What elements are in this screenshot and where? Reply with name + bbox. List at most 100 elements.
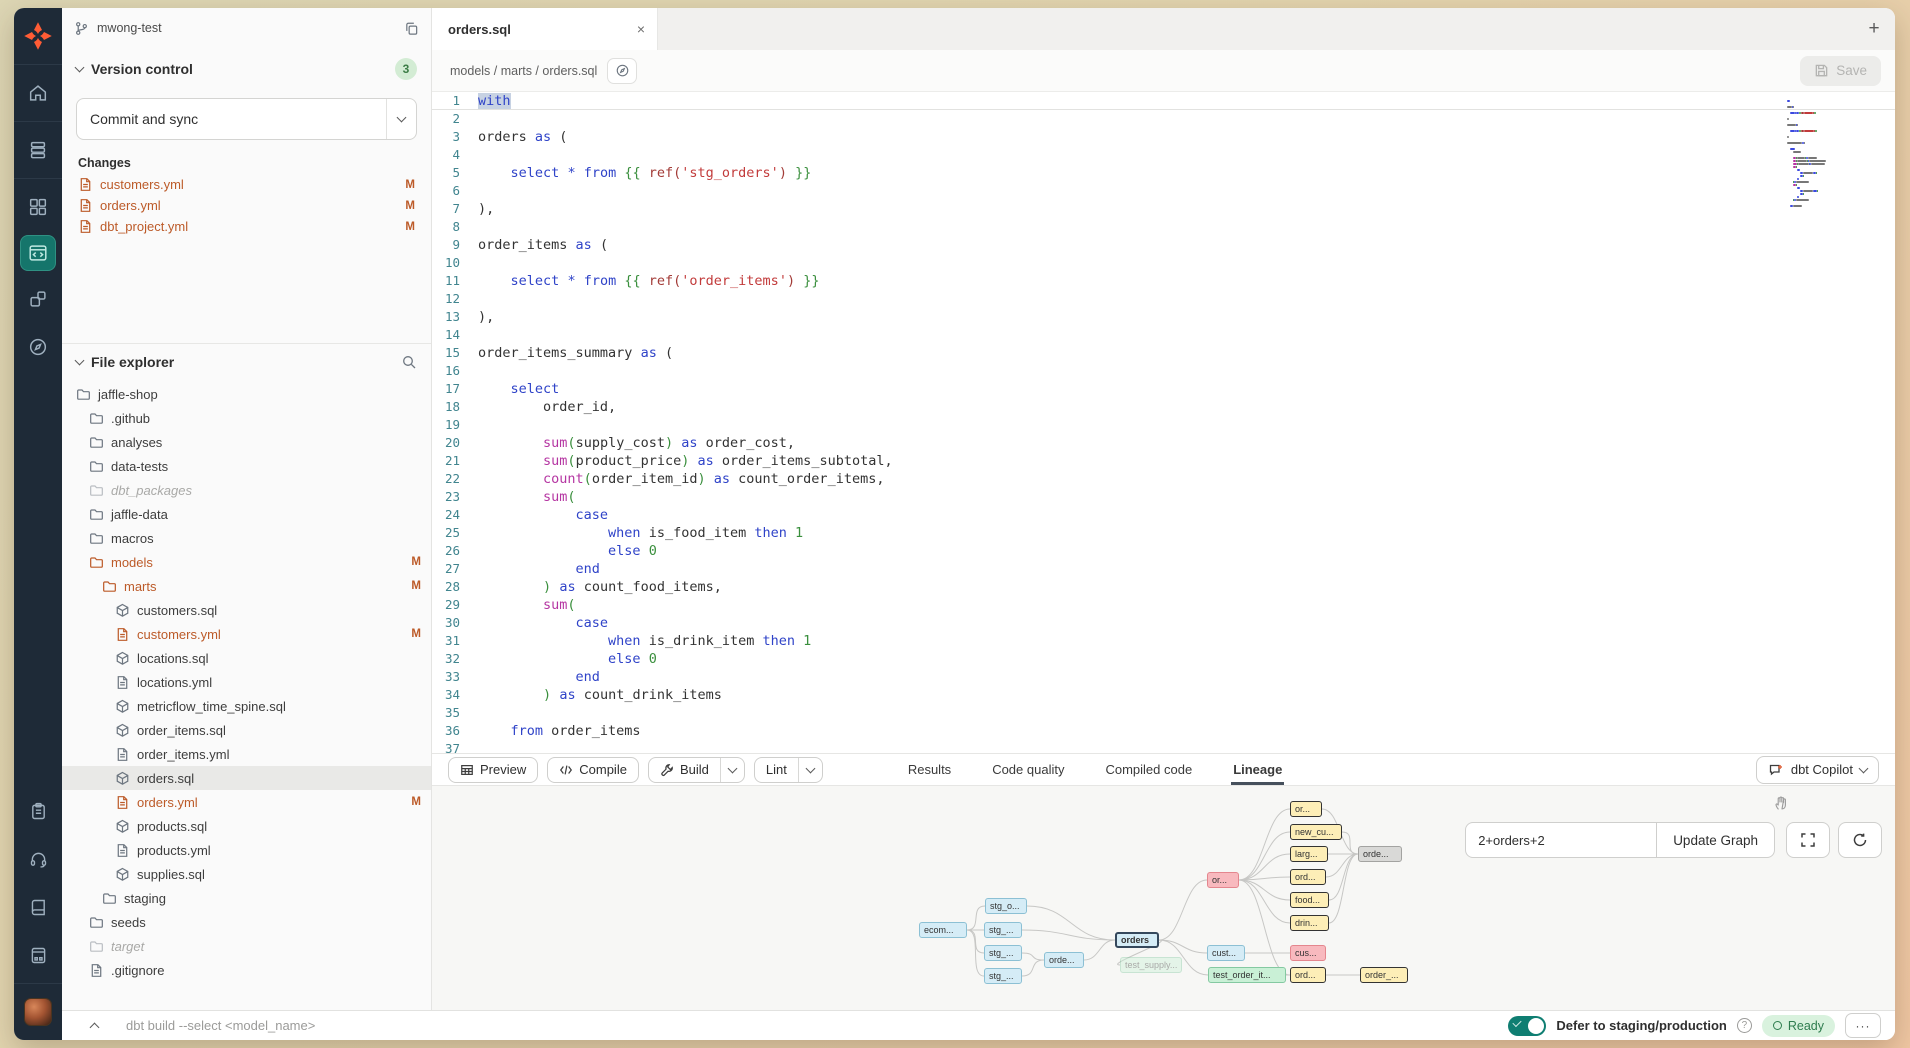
code-line[interactable]: 37 — [432, 740, 1895, 753]
lineage-node[interactable]: food... — [1290, 892, 1329, 908]
ide-nav[interactable] — [14, 231, 62, 275]
lineage-node[interactable]: drin... — [1290, 915, 1329, 931]
tree-item[interactable]: modelsM — [62, 550, 431, 574]
code-line[interactable]: 23 sum( — [432, 488, 1895, 506]
copy-icon[interactable] — [404, 21, 419, 36]
tab-code-quality[interactable]: Code quality — [990, 754, 1066, 785]
code-line[interactable]: 28 ) as count_food_items, — [432, 578, 1895, 596]
tree-item[interactable]: analyses — [62, 430, 431, 454]
version-control-header[interactable]: Version control 3 — [62, 48, 431, 88]
code-line[interactable]: 7), — [432, 200, 1895, 218]
lineage-node[interactable]: larg... — [1290, 846, 1328, 862]
lineage-filter-input[interactable]: 2+orders+2 — [1466, 823, 1656, 857]
code-line[interactable]: 20 sum(supply_cost) as order_cost, — [432, 434, 1895, 452]
update-graph-button[interactable]: Update Graph — [1656, 823, 1774, 857]
compile-button[interactable]: Compile — [547, 757, 639, 783]
code-line[interactable]: 19 — [432, 416, 1895, 434]
tree-item[interactable]: martsM — [62, 574, 431, 598]
dbt-copilot-button[interactable]: dbt Copilot — [1756, 756, 1879, 784]
lineage-node[interactable]: stg_... — [984, 945, 1022, 961]
projects-nav[interactable] — [14, 126, 62, 174]
code-line[interactable]: 18 order_id, — [432, 398, 1895, 416]
explore-nav[interactable] — [14, 323, 62, 371]
code-line[interactable]: 11 select * from {{ ref('order_items') }… — [432, 272, 1895, 290]
change-item[interactable]: dbt_project.ymlM — [62, 216, 431, 237]
build-dropdown[interactable] — [720, 758, 744, 782]
lineage-node[interactable]: test_supply... — [1120, 957, 1182, 973]
defer-toggle[interactable] — [1508, 1016, 1546, 1036]
fullscreen-button[interactable] — [1786, 822, 1830, 858]
dbt-logo[interactable] — [14, 12, 62, 60]
code-line[interactable]: 22 count(order_item_id) as count_order_i… — [432, 470, 1895, 488]
tree-item[interactable]: orders.ymlM — [62, 790, 431, 814]
code-line[interactable]: 21 sum(product_price) as order_items_sub… — [432, 452, 1895, 470]
code-line[interactable]: 8 — [432, 218, 1895, 236]
tree-item[interactable]: products.yml — [62, 838, 431, 862]
code-line[interactable]: 36 from order_items — [432, 722, 1895, 740]
code-line[interactable]: 5 select * from {{ ref('stg_orders') }} — [432, 164, 1895, 182]
tree-item[interactable]: customers.sql — [62, 598, 431, 622]
lint-button[interactable]: Lint — [754, 757, 823, 783]
lineage-node[interactable]: ord... — [1290, 869, 1326, 885]
expand-command-bar[interactable] — [62, 1020, 126, 1031]
more-options-button[interactable]: ··· — [1845, 1013, 1881, 1038]
file-explorer-header[interactable]: File explorer — [62, 344, 431, 378]
tree-item[interactable]: .gitignore — [62, 958, 431, 982]
tree-item[interactable]: seeds — [62, 910, 431, 934]
minimap[interactable] — [1787, 100, 1879, 211]
ready-status-badge[interactable]: Ready — [1762, 1015, 1835, 1037]
tree-item[interactable]: target — [62, 934, 431, 958]
code-line[interactable]: 15order_items_summary as ( — [432, 344, 1895, 362]
code-line[interactable]: 17 select — [432, 380, 1895, 398]
code-line[interactable]: 26 else 0 — [432, 542, 1895, 560]
close-tab-icon[interactable]: × — [637, 21, 645, 37]
tab-compiled-code[interactable]: Compiled code — [1103, 754, 1194, 785]
help-icon[interactable]: ? — [1737, 1018, 1752, 1033]
code-line[interactable]: 6 — [432, 182, 1895, 200]
lineage-node[interactable]: new_cu... — [1290, 824, 1342, 840]
code-line[interactable]: 12 — [432, 290, 1895, 308]
code-line[interactable]: 29 sum( — [432, 596, 1895, 614]
tree-item[interactable]: data-tests — [62, 454, 431, 478]
commit-dropdown[interactable] — [386, 99, 416, 139]
tree-item[interactable]: macros — [62, 526, 431, 550]
code-line[interactable]: 30 case — [432, 614, 1895, 632]
code-line[interactable]: 34 ) as count_drink_items — [432, 686, 1895, 704]
lineage-node[interactable]: orde... — [1044, 952, 1084, 968]
code-line[interactable]: 32 else 0 — [432, 650, 1895, 668]
tree-item[interactable]: locations.yml — [62, 670, 431, 694]
code-line[interactable]: 2 — [432, 110, 1895, 128]
code-line[interactable]: 1with — [432, 92, 1895, 110]
tree-item[interactable]: metricflow_time_spine.sql — [62, 694, 431, 718]
open-in-lineage-button[interactable] — [607, 58, 637, 84]
lineage-node[interactable]: orders — [1115, 932, 1159, 948]
lineage-node[interactable]: ord... — [1290, 967, 1326, 983]
search-icon[interactable] — [401, 354, 417, 370]
code-line[interactable]: 16 — [432, 362, 1895, 380]
code-line[interactable]: 31 when is_drink_item then 1 — [432, 632, 1895, 650]
lineage-node[interactable]: stg_... — [984, 968, 1022, 984]
tab-lineage[interactable]: Lineage — [1231, 754, 1284, 785]
refresh-button[interactable] — [1838, 822, 1882, 858]
tree-item[interactable]: order_items.sql — [62, 718, 431, 742]
lint-dropdown[interactable] — [798, 758, 822, 782]
code-line[interactable]: 33 end — [432, 668, 1895, 686]
code-line[interactable]: 14 — [432, 326, 1895, 344]
code-line[interactable]: 24 case — [432, 506, 1895, 524]
code-editor[interactable]: 1with23orders as (45 select * from {{ re… — [432, 92, 1895, 753]
lineage-panel[interactable]: ecom...stg_o...stg_...stg_...stg_...orde… — [432, 786, 1895, 1010]
code-line[interactable]: 4 — [432, 146, 1895, 164]
docs-nav[interactable] — [14, 883, 62, 931]
code-line[interactable]: 10 — [432, 254, 1895, 272]
tree-item[interactable]: locations.sql — [62, 646, 431, 670]
tree-item[interactable]: supplies.sql — [62, 862, 431, 886]
lineage-node[interactable]: cus... — [1290, 945, 1326, 961]
code-line[interactable]: 27 end — [432, 560, 1895, 578]
lineage-node[interactable]: order_... — [1360, 967, 1408, 983]
tab-orders-sql[interactable]: orders.sql × — [432, 8, 658, 50]
dashboard-nav[interactable] — [14, 183, 62, 231]
lineage-node[interactable]: or... — [1207, 872, 1239, 888]
tree-item[interactable]: jaffle-shop — [62, 382, 431, 406]
change-item[interactable]: customers.ymlM — [62, 174, 431, 195]
code-line[interactable]: 35 — [432, 704, 1895, 722]
